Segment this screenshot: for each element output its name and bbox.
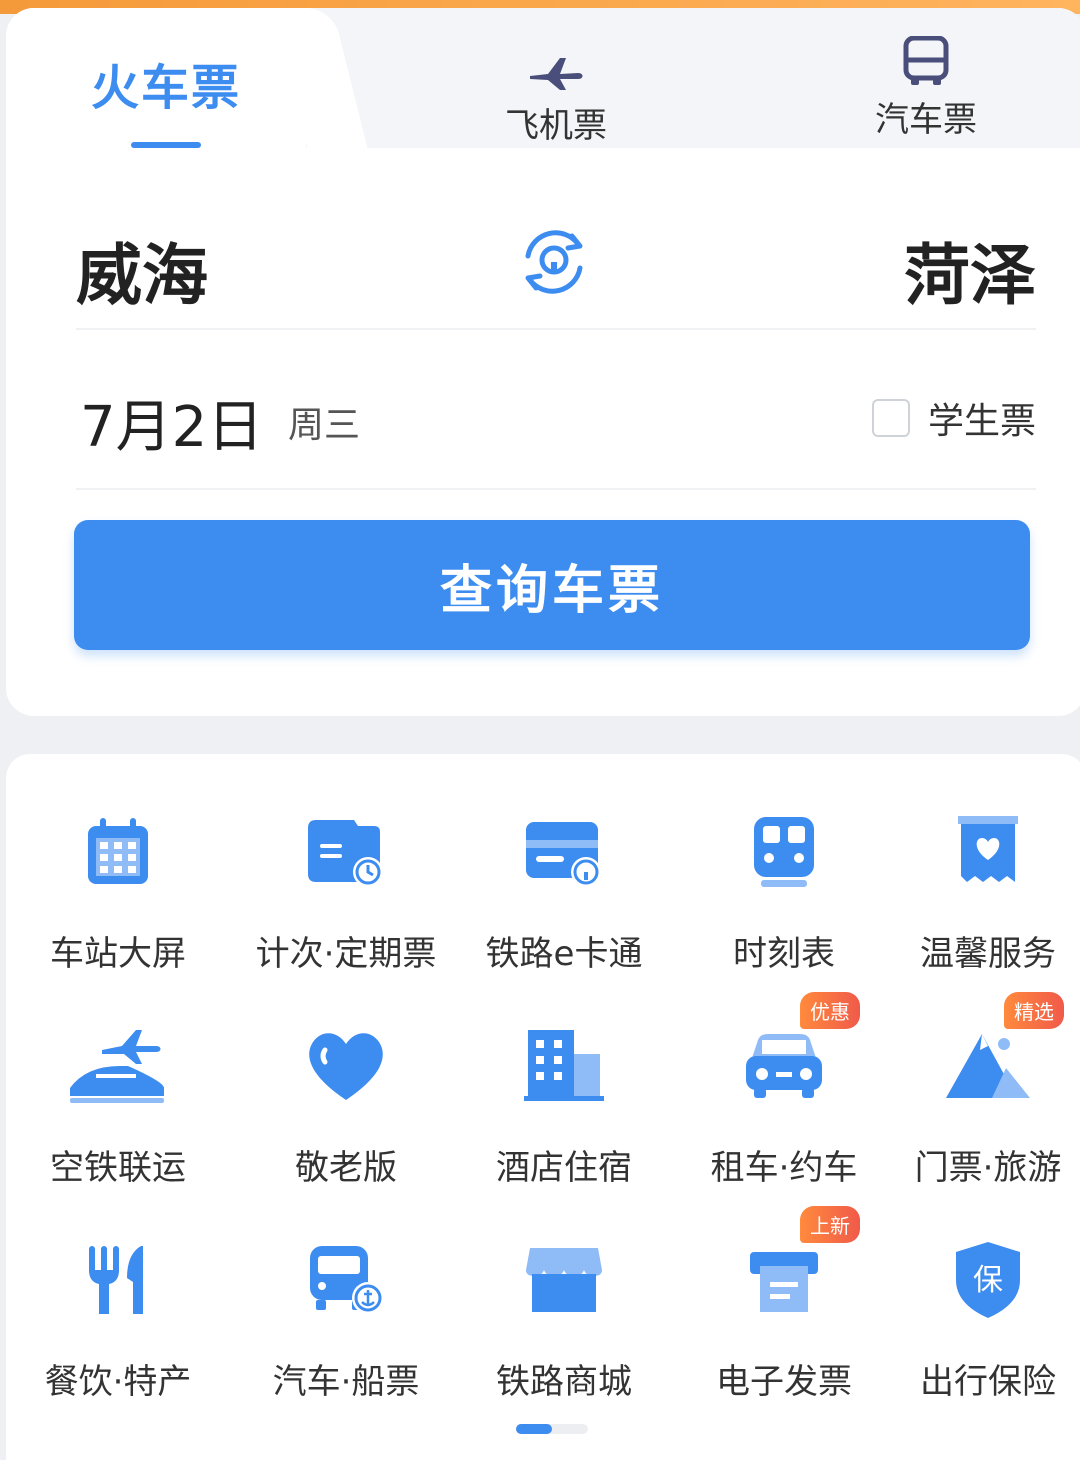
- service-periodic-ticket[interactable]: 计次·定期票: [238, 806, 454, 975]
- bus-ship-icon: [238, 1234, 454, 1326]
- heart-service-icon: [880, 806, 1080, 898]
- periodic-ticket-icon: [238, 806, 454, 898]
- hotel-icon: [456, 1020, 672, 1112]
- departure-date[interactable]: 7月2日: [80, 382, 263, 463]
- student-ticket-checkbox[interactable]: [871, 399, 910, 437]
- new-badge: 上新: [800, 1206, 860, 1243]
- service-railway-mall[interactable]: 铁路商城: [456, 1234, 672, 1403]
- ticket-tabs: 火车票 飞机票 汽车票: [6, 8, 1080, 148]
- service-label: 酒店住宿: [496, 1148, 632, 1188]
- page-indicator-active: [516, 1424, 552, 1434]
- fork-knife-icon: [10, 1234, 226, 1326]
- service-label: 空铁联运: [50, 1148, 186, 1188]
- train-schedule-icon: [676, 806, 892, 898]
- service-label: 汽车·船票: [272, 1362, 420, 1402]
- departure-weekday: 周三: [288, 405, 361, 446]
- date-row[interactable]: 7月2日 周三 学生票: [76, 338, 1036, 490]
- service-label: 门票·旅游: [914, 1148, 1062, 1188]
- search-tickets-button[interactable]: 查询车票: [74, 520, 1030, 650]
- service-tickets-travel[interactable]: 精选 门票·旅游: [880, 992, 1080, 1189]
- service-label: 铁路e卡通: [485, 934, 643, 974]
- service-label: 餐饮·特产: [44, 1362, 192, 1402]
- service-label: 时刻表: [733, 934, 835, 974]
- active-tab-indicator: [131, 142, 201, 148]
- tab-train-label: 火车票: [90, 60, 241, 116]
- airplane-icon: [476, 44, 636, 92]
- service-label: 铁路商城: [496, 1362, 632, 1402]
- tab-bus-label: 汽车票: [875, 100, 977, 140]
- swap-stations-icon[interactable]: [514, 222, 594, 306]
- route-row: 威海 菏泽: [76, 208, 1036, 330]
- promo-badge: 优惠: [800, 992, 860, 1029]
- service-station-screen[interactable]: 车站大屏: [10, 806, 226, 975]
- car-icon: 优惠: [676, 992, 892, 1112]
- insurance-icon: 保: [880, 1234, 1080, 1326]
- shop-icon: [456, 1234, 672, 1326]
- service-label: 计次·定期票: [255, 934, 437, 974]
- student-ticket-option[interactable]: 学生票: [871, 392, 1036, 444]
- service-car-rental[interactable]: 优惠 租车·约车: [676, 992, 892, 1189]
- tab-train-ticket[interactable]: 火车票: [76, 48, 256, 148]
- service-timetable[interactable]: 时刻表: [676, 806, 892, 975]
- service-e-invoice[interactable]: 上新 电子发票: [676, 1206, 892, 1403]
- student-ticket-label: 学生票: [927, 401, 1036, 442]
- service-label: 出行保险: [920, 1362, 1056, 1402]
- service-label: 车站大屏: [50, 934, 186, 974]
- service-elderly-mode[interactable]: 敬老版: [238, 1020, 454, 1189]
- service-label: 租车·约车: [710, 1148, 858, 1188]
- service-caring[interactable]: 温馨服务: [880, 806, 1080, 975]
- service-label: 敬老版: [295, 1148, 397, 1188]
- heart-icon: [238, 1020, 454, 1112]
- featured-badge: 精选: [1004, 992, 1064, 1029]
- air-rail-icon: [10, 1020, 226, 1112]
- page-indicator: [516, 1424, 588, 1434]
- service-bus-ship[interactable]: 汽车·船票: [238, 1234, 454, 1403]
- mountain-icon: 精选: [880, 992, 1080, 1112]
- tab-flight-label: 飞机票: [505, 106, 607, 146]
- tab-flight-ticket[interactable]: 飞机票: [476, 44, 636, 147]
- service-air-rail[interactable]: 空铁联运: [10, 1020, 226, 1189]
- service-e-card[interactable]: 铁路e卡通: [456, 806, 672, 975]
- bus-icon: [846, 36, 1006, 86]
- ticket-search-card: 火车票 飞机票 汽车票 威海 菏泽 7月2日 周三 学生票 查询车票: [6, 8, 1080, 716]
- e-card-icon: [456, 806, 672, 898]
- svg-text:保: 保: [973, 1263, 1003, 1298]
- calendar-icon: [10, 806, 226, 898]
- service-insurance[interactable]: 保 出行保险: [880, 1234, 1080, 1403]
- arrival-city[interactable]: 菏泽: [904, 222, 1036, 318]
- service-label: 电子发票: [716, 1362, 852, 1402]
- invoice-icon: 上新: [676, 1206, 892, 1326]
- service-food[interactable]: 餐饮·特产: [10, 1234, 226, 1403]
- tab-bus-ticket[interactable]: 汽车票: [846, 36, 1006, 141]
- departure-city[interactable]: 威海: [76, 222, 208, 318]
- service-hotel[interactable]: 酒店住宿: [456, 1020, 672, 1189]
- services-grid: 车站大屏 计次·定期票 铁路e卡通 时刻表 温馨服务 空铁联运 敬老版 酒店住宿…: [6, 754, 1080, 1460]
- service-label: 温馨服务: [920, 934, 1056, 974]
